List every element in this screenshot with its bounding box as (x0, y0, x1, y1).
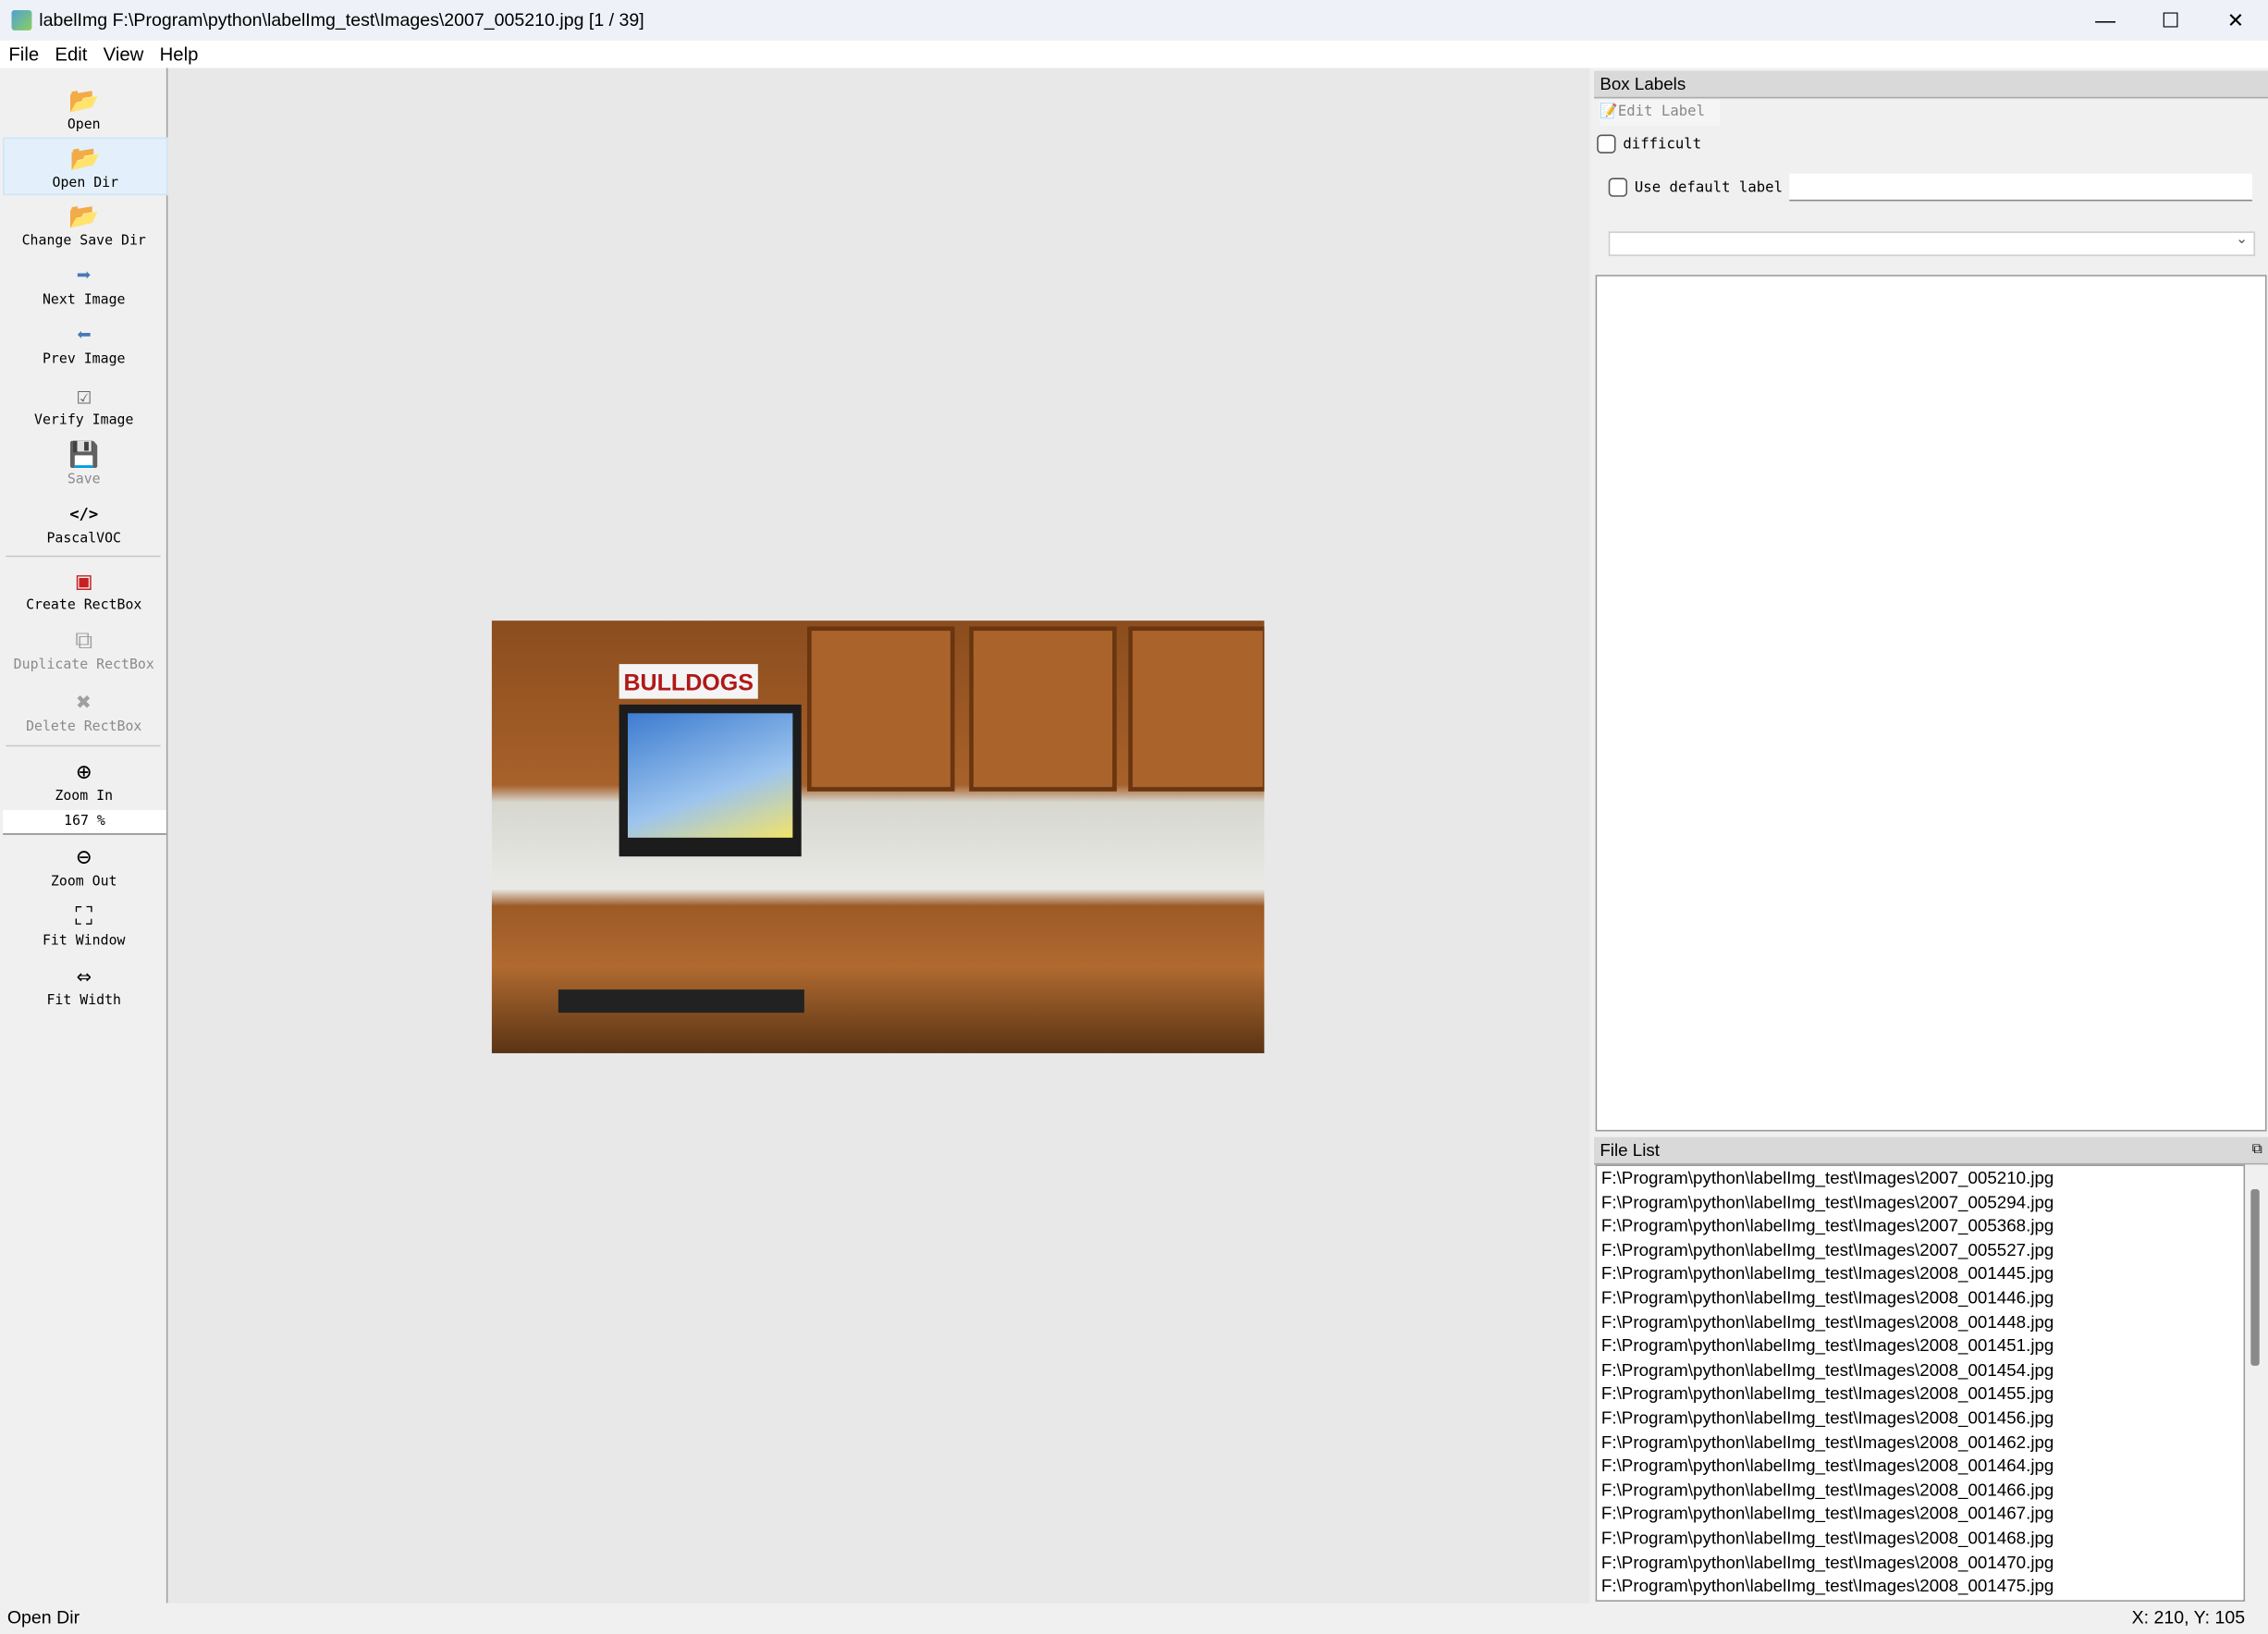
fit-width-icon: ⇔ (76, 962, 92, 991)
folder-icon: 📂 (69, 143, 101, 173)
difficult-checkbox[interactable]: difficult (1597, 134, 1701, 154)
open-dir-button[interactable]: 📂 Open Dir (3, 137, 168, 196)
duplicate-rectbox-button[interactable]: ⧉ Duplicate RectBox (3, 618, 165, 679)
folder-icon: 📂 (68, 86, 100, 116)
use-default-label-checkbox[interactable]: Use default label (1608, 178, 1783, 197)
menu-file[interactable]: File (0, 41, 46, 68)
create-rectbox-button[interactable]: ▣ Create RectBox (3, 559, 165, 618)
file-list-item[interactable]: F:\Program\python\labelImg_test\Images\2… (1597, 1190, 2243, 1214)
next-image-button[interactable]: ➡ Next Image (3, 254, 165, 313)
file-list-item[interactable]: F:\Program\python\labelImg_test\Images\2… (1597, 1502, 2243, 1526)
box-label-list[interactable] (1595, 275, 2267, 1132)
right-panel: Box Labels 📝Edit Label difficult Use def… (1594, 68, 2268, 1603)
separator (6, 555, 161, 558)
image-sign: BULLDOGS (619, 664, 758, 699)
delete-rectbox-button[interactable]: ✖ Delete RectBox (3, 679, 165, 743)
file-list-item[interactable]: F:\Program\python\labelImg_test\Images\2… (1597, 1455, 2243, 1479)
menu-view[interactable]: View (94, 41, 151, 68)
file-list-scrollbar[interactable] (2246, 1164, 2266, 1599)
box-labels-header: Box Labels (1594, 70, 2268, 99)
file-list-item[interactable]: F:\Program\python\labelImg_test\Images\2… (1597, 1334, 2243, 1358)
file-list[interactable]: F:\Program\python\labelImg_test\Images\2… (1595, 1164, 2246, 1602)
chevron-down-icon: ⌄ (2236, 231, 2249, 248)
maximize-button[interactable]: ☐ (2138, 0, 2202, 41)
minimize-button[interactable]: — (2073, 0, 2138, 41)
arrow-left-icon: ⬅ (76, 321, 92, 350)
edit-label-button[interactable]: 📝Edit Label (1600, 99, 1720, 127)
label-combobox[interactable]: ⌄ (1608, 231, 2256, 256)
file-list-item[interactable]: F:\Program\python\labelImg_test\Images\2… (1597, 1407, 2243, 1431)
image-canvas[interactable]: BULLDOGS (167, 68, 1590, 1603)
zoom-in-button[interactable]: ⊕ Zoom In (3, 749, 165, 810)
file-list-item[interactable]: F:\Program\python\labelImg_test\Images\2… (1597, 1310, 2243, 1334)
scrollbar-thumb[interactable] (2250, 1189, 2260, 1366)
format-button[interactable]: </> PascalVOC (3, 492, 165, 553)
status-message: Open Dir (6, 1607, 80, 1628)
title-bar: labelImg F:\Program\python\labelImg_test… (0, 0, 2268, 41)
folder-icon: 📂 (68, 203, 100, 232)
create-rect-icon: ▣ (76, 566, 92, 596)
status-bar: Open Dir X: 210, Y: 105 (0, 1603, 2268, 1634)
arrow-right-icon: ➡ (76, 262, 92, 291)
prev-image-button[interactable]: ⬅ Prev Image (3, 313, 165, 373)
save-button[interactable]: 💾 Save (3, 434, 165, 492)
close-button[interactable]: ✕ (2203, 0, 2268, 41)
fit-window-icon: ⛶ (75, 903, 93, 932)
file-list-item[interactable]: F:\Program\python\labelImg_test\Images\2… (1597, 1262, 2243, 1286)
file-list-header: File List ⧉ (1594, 1136, 2268, 1165)
open-button[interactable]: 📂 Open (3, 80, 165, 138)
file-list-item[interactable]: F:\Program\python\labelImg_test\Images\2… (1597, 1166, 2243, 1190)
labelimg-window: labelImg F:\Program\python\labelImg_test… (0, 0, 2268, 1634)
float-dock-icon[interactable]: ⧉ (2252, 1137, 2262, 1163)
file-list-item[interactable]: F:\Program\python\labelImg_test\Images\2… (1597, 1358, 2243, 1382)
menu-edit[interactable]: Edit (46, 41, 94, 68)
file-list-item[interactable]: F:\Program\python\labelImg_test\Images\2… (1597, 1574, 2243, 1598)
window-title: labelImg F:\Program\python\labelImg_test… (39, 9, 644, 31)
cursor-coordinates: X: 210, Y: 105 (2131, 1607, 2246, 1628)
floppy-disk-icon: 💾 (68, 440, 100, 470)
loaded-image: BULLDOGS (491, 620, 1265, 1053)
zoom-out-button[interactable]: ⊖ Zoom Out (3, 835, 165, 896)
fit-width-button[interactable]: ⇔ Fit Width (3, 955, 165, 1014)
file-list-item[interactable]: F:\Program\python\labelImg_test\Images\2… (1597, 1286, 2243, 1310)
file-list-item[interactable]: F:\Program\python\labelImg_test\Images\2… (1597, 1526, 2243, 1550)
toolbar: 📂 Open 📂 Open Dir 📂 Change Save Dir ➡ Next I… (0, 68, 168, 1603)
copy-icon: ⧉ (75, 625, 93, 655)
menu-help[interactable]: Help (151, 41, 205, 68)
app-icon (11, 9, 32, 31)
code-icon: </> (69, 504, 99, 523)
file-list-item[interactable]: F:\Program\python\labelImg_test\Images\2… (1597, 1431, 2243, 1455)
edit-icon: 📝 (1600, 104, 1618, 120)
fit-window-button[interactable]: ⛶ Fit Window (3, 895, 165, 954)
file-list-item[interactable]: F:\Program\python\labelImg_test\Images\2… (1597, 1550, 2243, 1574)
separator (6, 744, 161, 747)
zoom-value-spinbox[interactable]: 167 % (3, 810, 166, 835)
file-list-item[interactable]: F:\Program\python\labelImg_test\Images\2… (1597, 1382, 2243, 1407)
menu-bar: File Edit View Help (0, 40, 2268, 68)
zoom-in-icon: ⊕ (76, 757, 92, 787)
file-list-item[interactable]: F:\Program\python\labelImg_test\Images\2… (1597, 1238, 2243, 1262)
verify-image-button[interactable]: ☑ Verify Image (3, 374, 165, 435)
default-label-input[interactable] (1789, 173, 2252, 202)
file-list-item[interactable]: F:\Program\python\labelImg_test\Images\2… (1597, 1214, 2243, 1238)
change-save-dir-button[interactable]: 📂 Change Save Dir (3, 195, 165, 254)
file-list-item[interactable]: F:\Program\python\labelImg_test\Images\2… (1597, 1478, 2243, 1502)
delete-x-icon: ✖ (76, 687, 92, 718)
zoom-out-icon: ⊖ (76, 842, 92, 872)
checkbox-checked-icon: ☑ (76, 381, 92, 411)
